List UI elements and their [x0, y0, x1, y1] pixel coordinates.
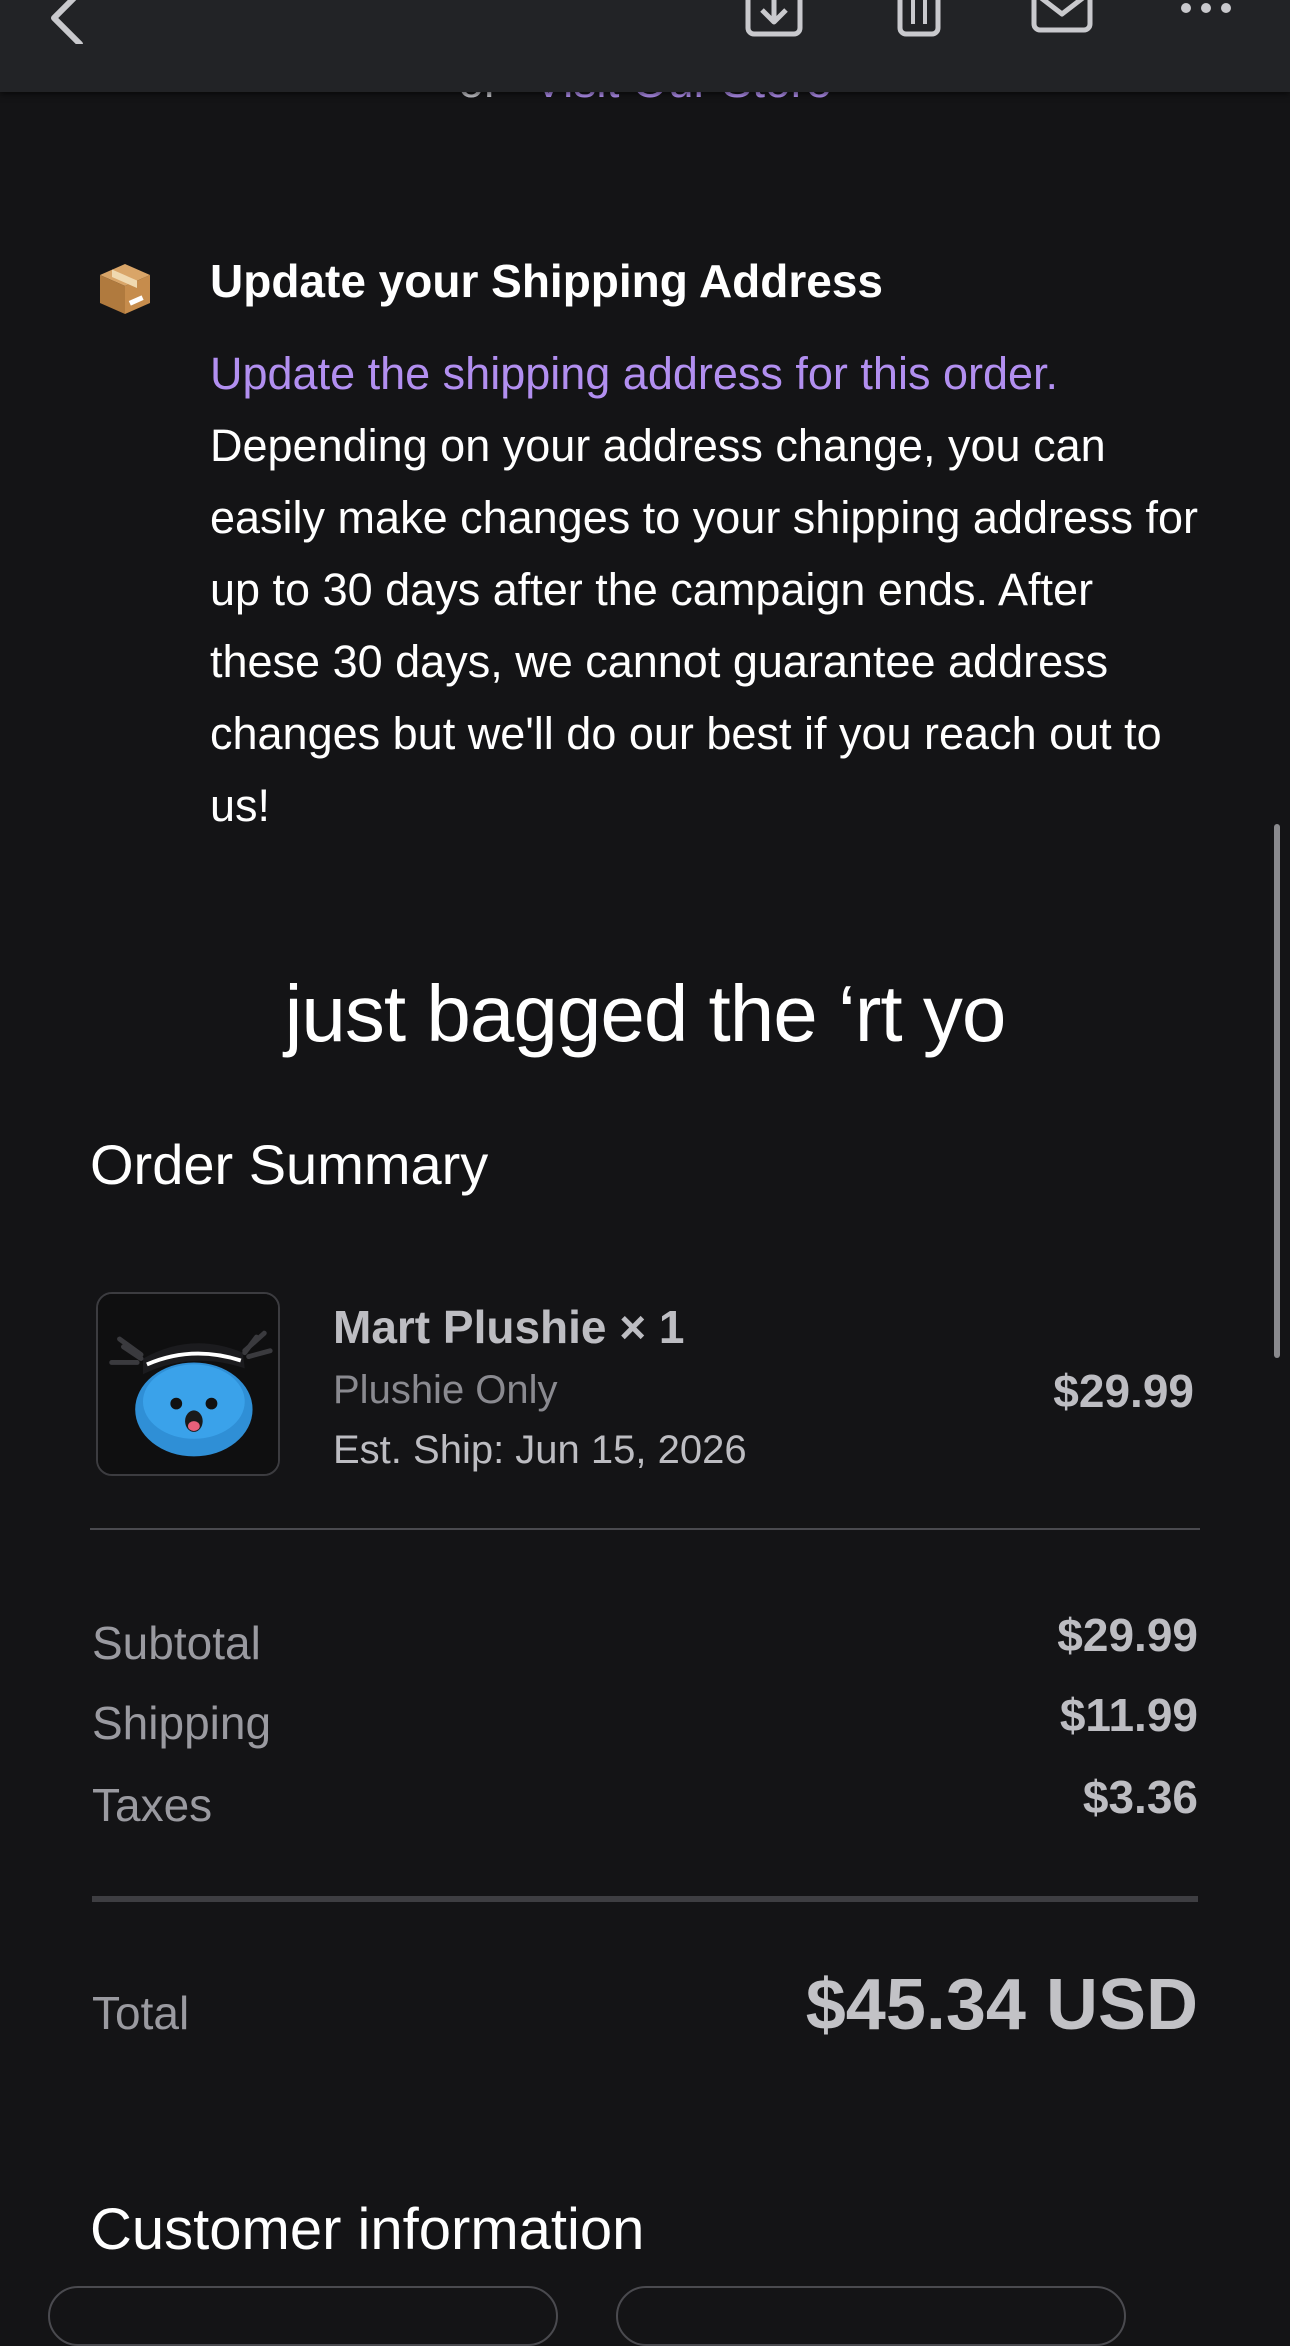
shipping-update-text: Depending on your address change, you ca… — [210, 420, 1199, 831]
customer-info-box — [616, 2286, 1126, 2346]
package-icon — [100, 264, 150, 314]
shipping-update-title: Update your Shipping Address — [210, 255, 884, 307]
update-address-link[interactable]: Update the shipping address for this ord… — [210, 348, 1058, 399]
customer-info-heading: Customer information — [90, 2197, 645, 2262]
archive-download-icon[interactable] — [744, 0, 804, 38]
trash-icon[interactable] — [894, 0, 944, 38]
product-est-ship: Est. Ship: Jun 15, 2026 — [333, 1428, 747, 1472]
top-toolbar — [0, 0, 1290, 92]
plushie-image — [98, 1294, 278, 1474]
product-name: Mart Plushie × 1 — [333, 1301, 685, 1353]
more-icon[interactable] — [1178, 0, 1234, 22]
customer-info-box — [48, 2286, 558, 2346]
mail-icon[interactable] — [1030, 0, 1094, 34]
shipping-label: Shipping — [92, 1697, 272, 1749]
shipping-value: $11.99 — [1059, 1689, 1198, 1741]
product-thumbnail — [96, 1292, 280, 1476]
order-summary-heading: Order Summary — [90, 1133, 489, 1196]
total-label: Total — [92, 1987, 190, 2039]
shipping-update-body: Update the shipping address for this ord… — [210, 338, 1210, 842]
item-divider — [90, 1528, 1200, 1530]
scrollbar-thumb[interactable] — [1274, 824, 1280, 1358]
subtotal-label: Subtotal — [92, 1617, 261, 1669]
total-value: $45.34 USD — [805, 1965, 1198, 2045]
taxes-value: $3.36 — [1082, 1771, 1198, 1823]
taxes-label: Taxes — [92, 1779, 213, 1831]
product-price: $29.99 — [1053, 1365, 1194, 1417]
back-chevron-icon[interactable] — [44, 0, 88, 44]
product-variant: Plushie Only — [333, 1368, 558, 1412]
tagline-text: just bagged the ‘rt yo — [284, 969, 1007, 1058]
total-divider — [92, 1896, 1198, 1902]
subtotal-value: $29.99 — [1057, 1609, 1198, 1661]
